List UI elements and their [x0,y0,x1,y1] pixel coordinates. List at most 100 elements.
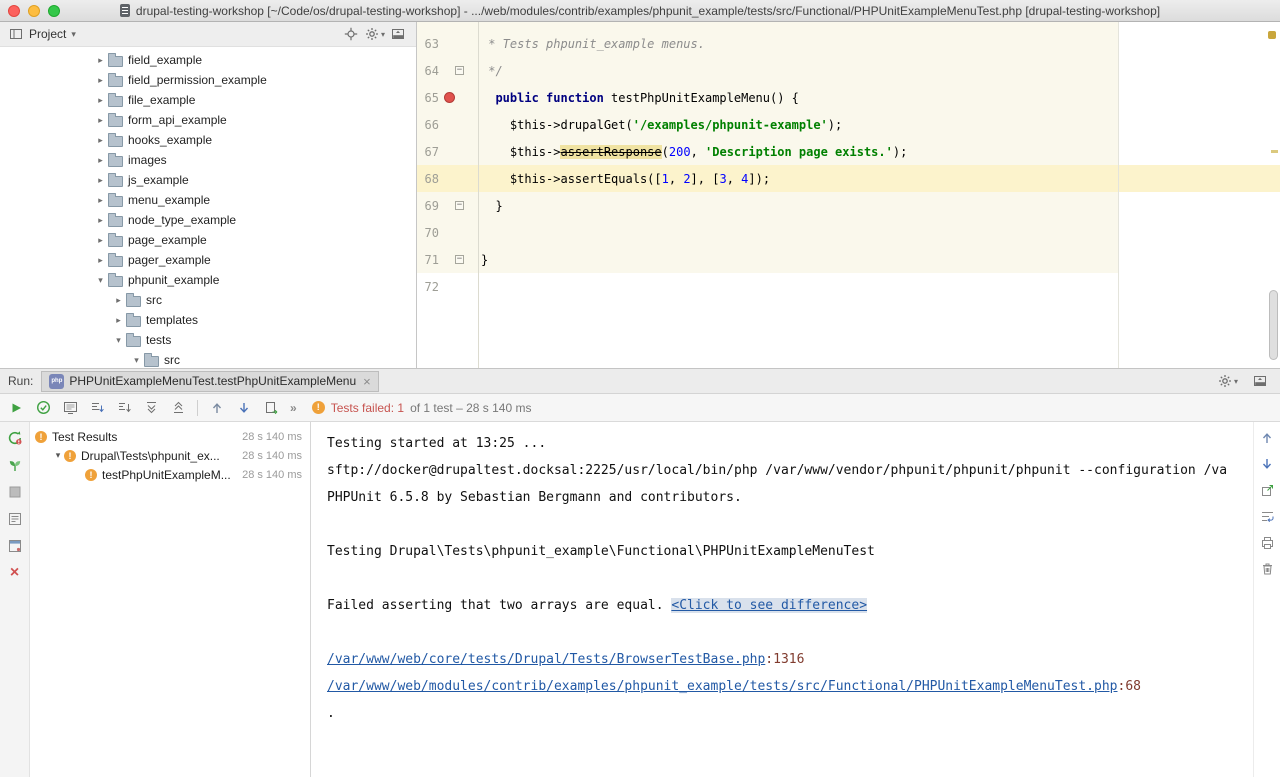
more-actions-icon[interactable]: » [290,401,297,415]
show-passed-icon[interactable] [35,400,51,416]
chevron-down-icon[interactable]: ▾ [52,450,64,461]
up-stack-trace-icon[interactable] [1259,430,1275,446]
collapse-all-icon[interactable] [170,400,186,416]
failed-test-gutter-icon[interactable] [444,92,455,103]
sort-alphabetically-icon[interactable] [116,400,132,416]
close-icon[interactable]: × [7,565,23,581]
fold-marker-icon[interactable]: − [455,66,464,75]
chevron-right-icon[interactable]: ▸ [94,215,107,226]
warning-stripe-mark[interactable] [1271,150,1278,153]
chevron-down-icon[interactable]: ▾ [71,29,76,40]
console-link[interactable]: /var/www/web/modules/contrib/examples/ph… [327,679,1118,694]
console-link[interactable]: <Click to see difference> [671,598,867,613]
project-tree-item-pager_example[interactable]: ▸ pager_example [0,250,416,270]
project-tree-item-src[interactable]: ▾src [0,350,416,368]
editor-line-64[interactable]: 64− */ [417,57,1280,84]
code-editor[interactable]: 63 * Tests phpunit_example menus.64− */6… [417,22,1280,368]
chevron-down-icon[interactable]: ▾ [112,335,125,346]
chevron-right-icon[interactable]: ▸ [94,75,107,86]
folder-icon [108,116,123,127]
chevron-right-icon[interactable]: ▸ [94,95,107,106]
hide-panel-icon[interactable] [390,26,406,42]
chevron-right-icon[interactable]: ▸ [112,315,125,326]
chevron-right-icon[interactable]: ▸ [94,135,107,146]
project-tree-item-file_example[interactable]: ▸file_example [0,90,416,110]
rerun-tests-icon[interactable] [8,400,24,416]
chevron-down-icon[interactable]: ▾ [94,275,107,286]
project-tree-item-form_api_example[interactable]: ▸form_api_example [0,110,416,130]
soft-wrap-icon[interactable] [1259,508,1275,524]
chevron-right-icon[interactable]: ▸ [94,195,107,206]
project-tree-item-field_example[interactable]: ▸field_example [0,50,416,70]
editor-line-65[interactable]: 65 public function testPhpUnitExampleMen… [417,84,1280,111]
zoom-window-button[interactable] [48,5,60,17]
run-tab[interactable]: php PHPUnitExampleMenuTest.testPhpUnitEx… [41,371,378,392]
titlebar: drupal-testing-workshop [~/Code/os/drupa… [0,0,1280,22]
project-tree-item-node_type_example[interactable]: ▸node_type_example [0,210,416,230]
hide-panel-icon[interactable] [1252,373,1268,389]
project-tree-item-images[interactable]: ▸images [0,150,416,170]
project-tree-item-src[interactable]: ▸src [0,290,416,310]
chevron-right-icon[interactable]: ▸ [94,155,107,166]
down-stack-trace-icon[interactable] [1259,456,1275,472]
print-icon[interactable] [1259,534,1275,550]
test-tree-class[interactable]: ▾!Drupal\Tests\phpunit_ex...28 s 140 ms [30,446,310,465]
close-window-button[interactable] [8,5,20,17]
editor-line-71[interactable]: 71−} [417,246,1280,273]
project-tree-item-menu_example[interactable]: ▸menu_example [0,190,416,210]
test-history-icon[interactable] [7,511,23,527]
editor-line-69[interactable]: 69− } [417,192,1280,219]
line-number: 68 [417,172,439,186]
editor-line-68[interactable]: 68 $this->assertEquals([1, 2], [3, 4]); [417,165,1280,192]
project-tree-item-tests[interactable]: ▾tests [0,330,416,350]
open-in-new-window-icon[interactable] [1259,482,1275,498]
restore-layout-icon[interactable] [7,538,23,554]
previous-failed-test-icon[interactable] [209,400,225,416]
chevron-right-icon[interactable]: ▸ [94,235,107,246]
export-test-results-icon[interactable] [263,400,279,416]
folder-icon [108,76,123,87]
editor-scrollbar-thumb[interactable] [1269,290,1278,360]
console-link[interactable]: /var/www/web/core/tests/Drupal/Tests/Bro… [327,652,765,667]
toggle-output-icon[interactable] [62,400,78,416]
gear-icon[interactable] [1217,373,1233,389]
project-tree-item-label: pager_example [128,253,211,267]
project-tree-item-field_permission_example[interactable]: ▸ field_permission_example [0,70,416,90]
test-tree-method[interactable]: !testPhpUnitExampleM...28 s 140 ms [30,465,310,484]
gear-icon[interactable] [364,26,380,42]
project-tree-item-templates[interactable]: ▸templates [0,310,416,330]
clear-console-icon[interactable] [1259,560,1275,576]
project-panel-title[interactable]: Project [29,27,66,41]
fold-marker-icon[interactable]: − [455,201,464,210]
editor-line-66[interactable]: 66 $this->drupalGet('/examples/phpunit-e… [417,111,1280,138]
inspection-indicator[interactable] [1268,31,1276,39]
close-tab-icon[interactable]: × [363,375,371,388]
sort-by-duration-icon[interactable] [89,400,105,416]
editor-line-63[interactable]: 63 * Tests phpunit_example menus. [417,30,1280,57]
chevron-right-icon[interactable]: ▸ [94,115,107,126]
minimize-window-button[interactable] [28,5,40,17]
chevron-right-icon[interactable]: ▸ [94,175,107,186]
toggle-auto-test-icon[interactable] [7,457,23,473]
chevron-right-icon[interactable]: ▸ [94,255,107,266]
next-failed-test-icon[interactable] [236,400,252,416]
project-tree-item-js_example[interactable]: ▸js_example [0,170,416,190]
project-tree-item-label: field_permission_example [128,73,267,87]
editor-line-72[interactable]: 72 [417,273,1280,300]
test-tree-root[interactable]: !Test Results28 s 140 ms [30,427,310,446]
project-tree-item-hooks_example[interactable]: ▸hooks_example [0,130,416,150]
run-settings-group[interactable]: ▾ [1217,373,1238,389]
scroll-from-source-icon[interactable] [343,26,359,42]
chevron-down-icon[interactable]: ▾ [130,355,143,366]
rerun-failed-tests-icon[interactable] [7,430,23,446]
editor-line-67[interactable]: 67 $this->assertResponse(200, 'Descripti… [417,138,1280,165]
project-tree-item-page_example[interactable]: ▸page_example [0,230,416,250]
chevron-right-icon[interactable]: ▸ [112,295,125,306]
editor-line-70[interactable]: 70 [417,219,1280,246]
chevron-right-icon[interactable]: ▸ [94,55,107,66]
project-tree-item-phpunit_example[interactable]: ▾phpunit_example [0,270,416,290]
expand-all-icon[interactable] [143,400,159,416]
fold-marker-icon[interactable]: − [455,255,464,264]
stop-icon[interactable] [7,484,23,500]
project-settings-group[interactable]: ▾ [364,26,385,42]
